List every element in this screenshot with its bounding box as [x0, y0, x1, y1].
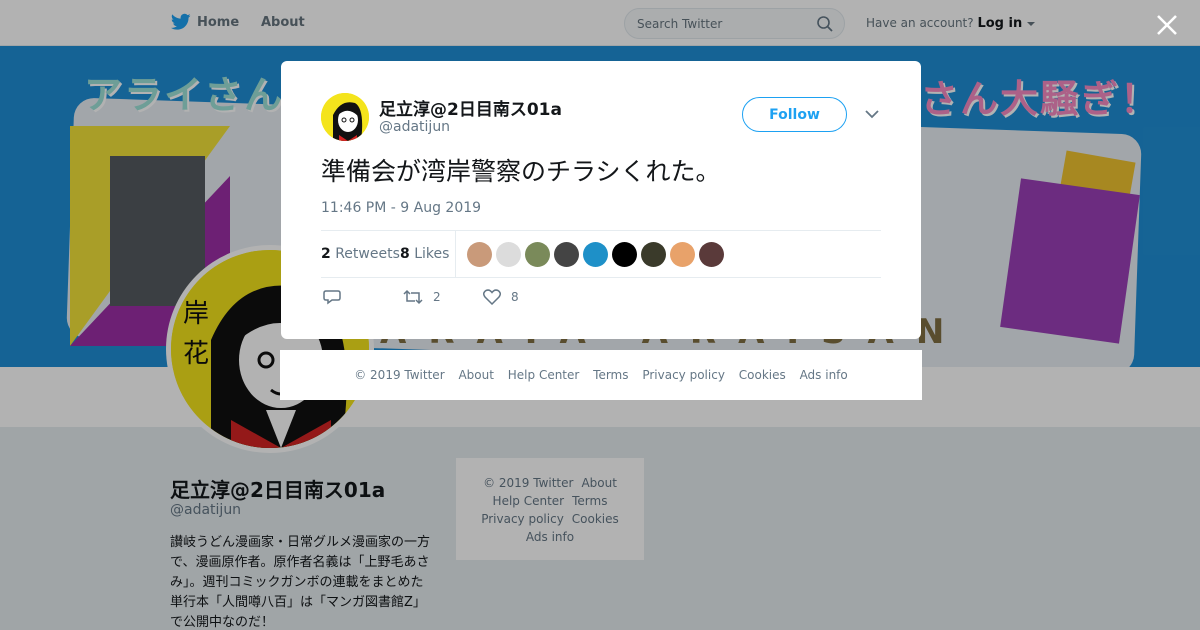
tweet-actions: 2 8	[321, 289, 621, 309]
close-icon[interactable]	[1154, 12, 1180, 38]
retweet-icon[interactable]	[403, 289, 423, 305]
follow-button[interactable]: Follow	[742, 97, 847, 132]
retweet-label: Retweets	[335, 246, 400, 262]
liker-avatar[interactable]	[467, 242, 492, 267]
tweet-author-handle[interactable]: @adatijun	[379, 119, 450, 135]
tweet-modal: 足立淳@2日目南ス01a @adatijun Follow 準備会が湾岸警察のチ…	[281, 61, 921, 339]
tweet-author-name[interactable]: 足立淳@2日目南ス01a	[379, 95, 562, 120]
footer-cookies[interactable]: Cookies	[739, 368, 786, 382]
tweet-stats: 2 Retweets 8 Likes	[321, 230, 881, 278]
like-action-count: 8	[511, 290, 519, 304]
liker-avatar[interactable]	[496, 242, 521, 267]
reply-icon[interactable]	[323, 289, 341, 305]
liker-avatar[interactable]	[699, 242, 724, 267]
footer-about[interactable]: About	[458, 368, 493, 382]
tweet-author-avatar[interactable]	[321, 93, 369, 141]
heart-icon[interactable]	[483, 289, 501, 305]
reply-action[interactable]	[323, 289, 341, 305]
like-count: 8	[400, 246, 410, 262]
stats-divider	[455, 231, 456, 278]
liker-avatar[interactable]	[641, 242, 666, 267]
retweet-stat[interactable]: 2 Retweets	[321, 246, 400, 262]
tweet-text: 準備会が湾岸警察のチラシくれた。	[321, 157, 721, 186]
tweet-avatar-illustration	[321, 93, 369, 141]
footer-bar: © 2019 Twitter About Help Center Terms P…	[280, 350, 922, 400]
retweet-action[interactable]: 2	[403, 289, 441, 305]
liker-avatar[interactable]	[525, 242, 550, 267]
like-stat[interactable]: 8 Likes	[400, 246, 449, 262]
liker-avatar[interactable]	[583, 242, 608, 267]
liker-avatar[interactable]	[554, 242, 579, 267]
footer-privacy[interactable]: Privacy policy	[642, 368, 725, 382]
tweet-timestamp[interactable]: 11:46 PM - 9 Aug 2019	[321, 200, 481, 216]
retweet-count: 2	[321, 246, 331, 262]
footer-help-center[interactable]: Help Center	[508, 368, 580, 382]
footer-terms[interactable]: Terms	[593, 368, 628, 382]
like-label: Likes	[414, 246, 450, 262]
liker-avatar[interactable]	[612, 242, 637, 267]
footer-ads-info[interactable]: Ads info	[800, 368, 848, 382]
footer-copyright: © 2019 Twitter	[354, 368, 445, 382]
like-action[interactable]: 8	[483, 289, 519, 305]
liker-avatar[interactable]	[670, 242, 695, 267]
chevron-down-icon[interactable]	[865, 109, 879, 119]
retweet-action-count: 2	[433, 290, 441, 304]
